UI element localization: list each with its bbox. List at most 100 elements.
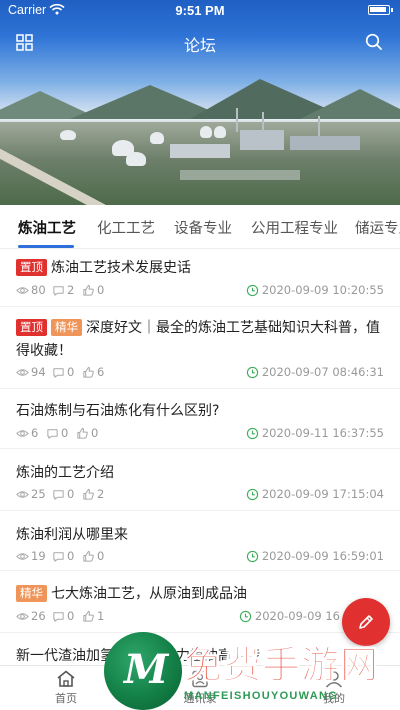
profile-icon: [325, 671, 343, 688]
thumb-up-icon: [83, 550, 94, 562]
post-title-row: 置顶 炼油工艺技术发展史话: [16, 257, 386, 280]
battery-icon: [368, 5, 393, 15]
post-title-row: 炼油利润从哪里来: [16, 524, 386, 547]
clock-icon: [246, 284, 259, 296]
post-date: 2020-09-09 16: [239, 609, 340, 623]
post-item[interactable]: 置顶 炼油工艺技术发展史话 80 2 0 2020-09-09 10:20:55: [0, 249, 400, 307]
pinned-tag: 置顶: [16, 259, 47, 276]
comment-count: 2: [52, 283, 74, 297]
like-count[interactable]: 0: [82, 549, 104, 563]
plant-building: [240, 130, 284, 150]
post-title: 七大炼油工艺，从原油到成品油: [51, 586, 247, 602]
bottom-tab-contacts-label: 通讯录: [183, 692, 217, 705]
post-item[interactable]: 新一代渣油加氢 力重油高效转: [0, 633, 400, 665]
status-bar: Carrier 9:51 PM: [0, 0, 400, 22]
storage-tank: [60, 130, 76, 140]
view-count: 6: [16, 426, 38, 440]
home-icon: [57, 670, 75, 687]
chimney: [318, 116, 320, 136]
comment-icon: [53, 285, 64, 296]
tab-refining-process[interactable]: 炼油工艺: [18, 217, 76, 238]
comment-count: 0: [52, 487, 74, 501]
bottom-tab-contacts[interactable]: 通讯录: [160, 670, 240, 706]
banner-image[interactable]: [0, 60, 400, 205]
thumb-up-icon: [83, 488, 94, 500]
view-count: 19: [16, 549, 46, 563]
tab-utility-engineering[interactable]: 公用工程专业: [251, 217, 338, 238]
storage-tank: [214, 126, 226, 138]
tab-storage-transport[interactable]: 储运专业: [355, 217, 400, 238]
post-item[interactable]: 置顶 精华 深度好文｜最全的炼油工艺基础知识大科普，值得收藏！ 94 0 6 202…: [0, 307, 400, 389]
comment-count: 0: [46, 426, 68, 440]
thumb-up-icon: [83, 366, 94, 378]
clock-icon: [246, 488, 259, 500]
new-post-button[interactable]: [342, 598, 390, 646]
post-item[interactable]: 石油炼制与石油炼化有什么区别? 6 0 0 2020-09-11 16:37:5…: [0, 389, 400, 449]
view-count: 80: [16, 283, 46, 297]
bottom-tab-home[interactable]: 首页: [26, 670, 106, 706]
view-count: 25: [16, 487, 46, 501]
bottom-tab-profile[interactable]: 我的: [294, 670, 374, 706]
eye-icon: [16, 368, 29, 376]
tab-equipment[interactable]: 设备专业: [174, 217, 232, 238]
like-count[interactable]: 2: [82, 487, 104, 501]
post-title: 炼油工艺技术发展史话: [51, 260, 191, 276]
clock-time: 9:51 PM: [175, 3, 225, 18]
like-count[interactable]: 0: [82, 283, 104, 297]
post-title-row: 炼油的工艺介绍: [16, 462, 386, 485]
bottom-tab-bar: 首页 通讯录 我的: [0, 665, 400, 710]
eye-icon: [16, 612, 29, 620]
like-count[interactable]: 6: [82, 365, 104, 379]
post-title: 石油炼制与石油炼化有什么区别?: [16, 403, 220, 419]
post-meta: 80 2 0 2020-09-09 10:20:55: [16, 283, 384, 299]
eye-icon: [16, 286, 29, 294]
post-item[interactable]: 炼油利润从哪里来 19 0 0 2020-09-09 16:59:01: [0, 511, 400, 571]
view-count: 26: [16, 609, 46, 623]
post-meta: 19 0 0 2020-09-09 16:59:01: [16, 549, 384, 565]
eye-icon: [16, 429, 29, 437]
post-date: 2020-09-09 10:20:55: [246, 283, 384, 297]
eye-icon: [16, 490, 29, 498]
post-title: 新一代渣油加氢: [16, 648, 114, 664]
thumb-up-icon: [83, 284, 94, 296]
post-date: 2020-09-09 17:15:04: [246, 487, 384, 501]
like-count[interactable]: 1: [82, 609, 104, 623]
eye-icon: [16, 552, 29, 560]
chimney: [262, 112, 264, 132]
post-title-row: 置顶 精华 深度好文｜最全的炼油工艺基础知识大科普，值得收藏！: [16, 317, 386, 363]
edit-pen-icon: [359, 615, 373, 629]
comment-count: 0: [52, 365, 74, 379]
post-title: 炼油的工艺介绍: [16, 465, 114, 481]
comment-icon: [53, 367, 64, 378]
post-item[interactable]: 炼油的工艺介绍 25 0 2 2020-09-09 17:15:04: [0, 449, 400, 511]
search-icon[interactable]: [364, 32, 384, 52]
like-count[interactable]: 0: [76, 426, 98, 440]
tab-chemical-process[interactable]: 化工工艺: [97, 217, 155, 238]
category-tabs: 炼油工艺 化工工艺 设备专业 公用工程专业 储运专业: [0, 205, 400, 249]
comment-icon: [53, 611, 64, 622]
header: Carrier 9:51 PM 论坛: [0, 0, 400, 205]
chimney: [236, 108, 238, 132]
plant-building: [180, 170, 300, 180]
bottom-tab-profile-label: 我的: [323, 692, 345, 705]
clock-icon: [246, 366, 259, 378]
plant-building: [290, 136, 360, 150]
comment-icon: [53, 489, 64, 500]
post-date: 2020-09-11 16:37:55: [246, 426, 384, 440]
pinned-tag: 置顶: [16, 319, 47, 336]
thumb-up-icon: [77, 427, 88, 439]
featured-tag: 精华: [51, 319, 82, 336]
post-title: 炼油利润从哪里来: [16, 527, 128, 543]
comment-count: 0: [52, 549, 74, 563]
plant-building: [170, 144, 230, 158]
post-title-tail: 力重油高效转: [176, 648, 260, 664]
clock-icon: [246, 427, 259, 439]
clock-icon: [246, 550, 259, 562]
comment-icon: [53, 551, 64, 562]
mountain-shape: [300, 89, 400, 119]
post-item[interactable]: 精华 七大炼油工艺，从原油到成品油 26 0 1 2020-09-09 16: [0, 571, 400, 633]
post-meta: 6 0 0 2020-09-11 16:37:55: [16, 426, 384, 442]
storage-tank: [126, 152, 146, 166]
navigation-bar: 论坛: [0, 26, 400, 60]
comment-icon: [47, 428, 58, 439]
